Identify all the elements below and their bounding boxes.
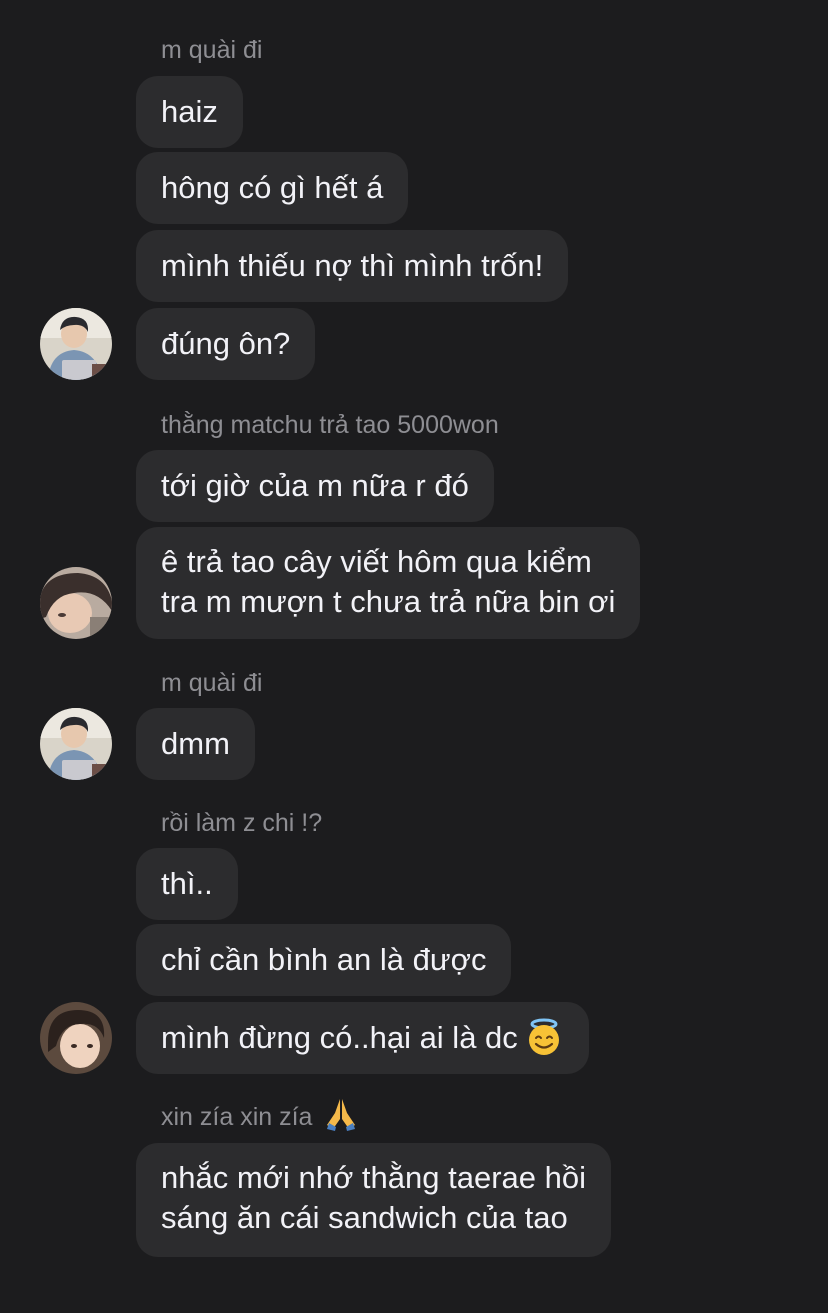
message-bubble[interactable]: đúng ôn?	[136, 308, 316, 380]
avatar-photo-icon	[40, 308, 112, 380]
message-text-line: nhắc mới nhớ thằng taerae hồi	[161, 1160, 586, 1195]
message-bubble[interactable]: mình thiếu nợ thì mình trốn!	[136, 230, 569, 302]
message-text-line: ê trả tao cây viết hôm qua kiểm	[161, 544, 592, 579]
message-text: mình thiếu nợ thì mình trốn!	[161, 248, 544, 283]
message-text-line: tra m mượn t chưa trả nữa bin ơi	[161, 584, 616, 619]
message-text: mình đừng có..hại ai là dc	[161, 1020, 518, 1055]
message-bubble[interactable]: dmm	[136, 708, 255, 780]
avatar-photo-icon	[40, 567, 112, 639]
avatar-photo-icon	[40, 708, 112, 780]
sender-avatar[interactable]	[40, 1002, 112, 1074]
folded-hands-icon	[323, 1097, 359, 1132]
message-text: dmm	[161, 726, 230, 761]
message-bubble[interactable]: hông có gì hết á	[136, 152, 409, 224]
message-bubble[interactable]: haiz	[136, 76, 243, 148]
message-text: đúng ôn?	[161, 326, 291, 361]
reply-quote: xin zía xin zía	[161, 1099, 359, 1132]
message-bubble[interactable]: mình đừng có..hại ai là dc	[136, 1002, 589, 1074]
message-bubble[interactable]: chỉ cần bình an là được	[136, 924, 512, 996]
reply-quote: thằng matchu trả tao 5000won	[161, 411, 499, 439]
message-text: tới giờ của m nữa r đó	[161, 468, 469, 503]
avatar-photo-icon	[40, 1002, 112, 1074]
message-bubble[interactable]: ê trả tao cây viết hôm qua kiểm tra m mư…	[136, 527, 641, 639]
reply-quote: m quài đi	[161, 36, 263, 64]
message-text-line: sáng ăn cái sandwich của tao	[161, 1200, 568, 1235]
sender-avatar[interactable]	[40, 308, 112, 380]
message-text: chỉ cần bình an là được	[161, 942, 487, 977]
reply-quote: rồi làm z chi !?	[161, 809, 323, 837]
sender-avatar[interactable]	[40, 567, 112, 639]
reply-quote: m quài đi	[161, 669, 263, 697]
chat-thread: m quài đi haiz hông có gì hết á mình thi…	[0, 0, 828, 1313]
message-bubble[interactable]: nhắc mới nhớ thằng taerae hồi sáng ăn cá…	[136, 1143, 611, 1257]
message-bubble[interactable]: tới giờ của m nữa r đó	[136, 450, 494, 522]
message-text: haiz	[161, 94, 218, 129]
smiling-face-with-halo-icon	[524, 1017, 564, 1057]
sender-avatar[interactable]	[40, 708, 112, 780]
message-bubble[interactable]: thì..	[136, 848, 238, 920]
message-text: thì..	[161, 866, 213, 901]
reply-quote-text: xin zía xin zía	[161, 1103, 313, 1131]
message-text: hông có gì hết á	[161, 170, 384, 205]
